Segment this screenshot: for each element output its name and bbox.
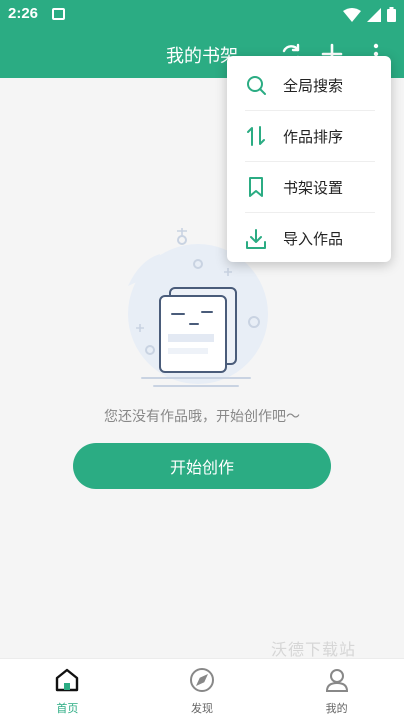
menu-item-global-search[interactable]: 全局搜索 [245,60,375,111]
status-bar: 2:26 [0,0,404,30]
compass-icon [190,668,214,692]
nav-label-mine: 我的 [325,702,348,715]
battery-icon [387,7,396,22]
overflow-menu: 全局搜索 作品排序 书架设置 导入作品 [227,56,391,262]
sort-icon [247,126,265,146]
status-indicators [343,7,396,22]
image-notification-icon [52,8,65,20]
download-icon [246,228,266,249]
nav-item-mine[interactable]: 我的 [269,659,404,720]
nav-label-discover: 发现 [191,702,213,715]
empty-message: 您还没有作品哦，开始创作吧～ [104,409,300,425]
nav-item-home[interactable]: 首页 [0,659,135,720]
search-icon [247,76,266,95]
bookmark-icon [249,177,263,197]
menu-label: 全局搜索 [283,76,344,95]
menu-label: 作品排序 [283,127,344,146]
menu-item-import-works[interactable]: 导入作品 [245,213,375,264]
profile-icon [325,669,348,692]
bottom-nav: 首页 发现 我的 [0,658,404,720]
status-time: 2:26 [8,5,39,22]
nav-label-home: 首页 [56,702,79,715]
menu-label: 书架设置 [283,178,344,197]
signal-icon [367,7,381,22]
wifi-icon [343,7,361,22]
watermark: 沃德下载站 [270,640,356,659]
home-icon [56,668,79,692]
menu-item-sort-works[interactable]: 作品排序 [245,111,375,162]
start-writing-button[interactable]: 开始创作 [73,443,331,489]
menu-item-shelf-settings[interactable]: 书架设置 [245,162,375,213]
nav-item-discover[interactable]: 发现 [135,659,270,720]
menu-label: 导入作品 [283,230,344,248]
